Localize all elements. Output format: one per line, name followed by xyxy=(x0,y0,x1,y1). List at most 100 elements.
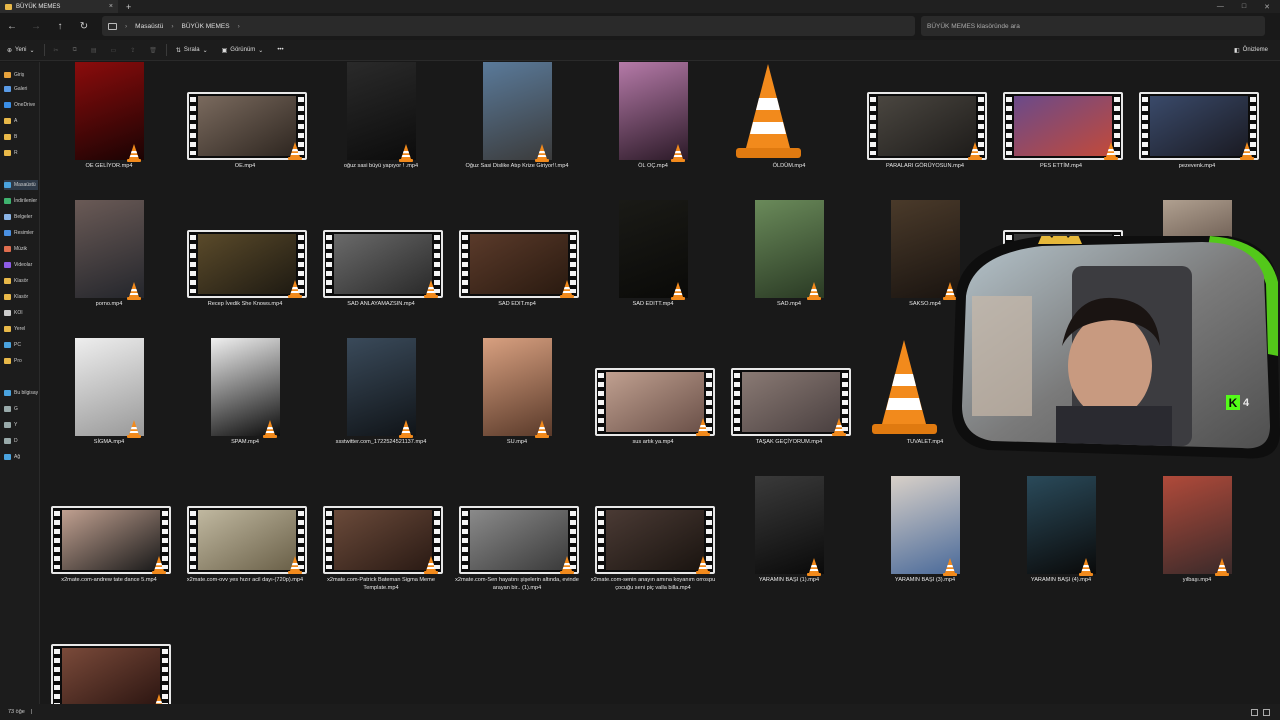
sort-button[interactable]: ⇅ Sırala ⌄ xyxy=(169,47,215,54)
preview-button[interactable]: ◧ Önizleme xyxy=(1234,47,1280,54)
vlc-cone-icon xyxy=(127,144,141,162)
file-item[interactable]: SU.mp4 xyxy=(449,338,585,476)
video-thumbnail xyxy=(51,644,171,704)
file-item[interactable]: ssstwitter.com_1722524521137.mp4 xyxy=(313,338,449,476)
sidebar-item[interactable]: R xyxy=(4,148,38,158)
pc-icon xyxy=(4,342,11,348)
file-name: oğuz sasi büyü yapıyor ! .mp4 xyxy=(343,163,419,169)
refresh-icon[interactable]: ↻ xyxy=(72,21,96,32)
file-item[interactable]: YARAMIN BAŞI (3).mp4 xyxy=(857,476,993,614)
sidebar-item[interactable]: Bu bilgisayar xyxy=(4,388,38,398)
delete-icon[interactable]: 🗑 xyxy=(142,47,164,54)
thumbnail-image xyxy=(878,96,976,156)
file-item[interactable]: yılbaşı.mp4 xyxy=(1129,476,1265,614)
video-thumbnail xyxy=(75,338,144,438)
file-item[interactable]: OE GELİYOR.mp4 xyxy=(41,62,177,200)
minimize-icon[interactable]: — xyxy=(1217,3,1224,11)
forward-arrow-icon[interactable]: → xyxy=(24,21,48,32)
sidebar-item[interactable]: Klasör xyxy=(4,276,38,286)
up-arrow-icon[interactable]: ↑ xyxy=(48,21,72,32)
tiles-view-icon[interactable] xyxy=(1263,708,1270,716)
file-item[interactable]: x2mate.com-andrew tate dance 5.mp4 xyxy=(41,476,177,614)
address-bar: ← → ↑ ↻ › Masaüstü › BÜYÜK MEMES › BÜYÜK… xyxy=(0,13,1280,39)
file-item[interactable]: Oğuz Sasi Dislike Atıp Krize Giriyor!!.m… xyxy=(449,62,585,200)
sidebar-item[interactable]: Videolar xyxy=(4,260,38,270)
sidebar-item[interactable]: Masaüstü xyxy=(4,180,38,190)
file-item[interactable]: SAD EDITT.mp4 xyxy=(585,200,721,338)
sidebar-item[interactable]: Ağ xyxy=(4,452,38,462)
sidebar-item[interactable]: Müzik xyxy=(4,244,38,254)
file-item[interactable]: sus artık ya.mp4 xyxy=(585,338,721,476)
sidebar-item[interactable]: Klasör xyxy=(4,292,38,302)
breadcrumb-desktop[interactable]: Masaüstü xyxy=(135,23,163,30)
sidebar-item[interactable]: B xyxy=(4,132,38,142)
desktop-icon xyxy=(4,182,11,188)
folder-icon xyxy=(5,3,12,10)
breadcrumb[interactable]: › Masaüstü › BÜYÜK MEMES › xyxy=(102,16,915,36)
sidebar-item[interactable]: Pro xyxy=(4,356,38,366)
video-thumbnail xyxy=(619,200,688,300)
maximize-icon[interactable]: □ xyxy=(1242,3,1246,11)
video-thumbnail xyxy=(187,92,307,160)
sidebar-item[interactable]: Resimler xyxy=(4,228,38,238)
sidebar-item[interactable]: Yerel xyxy=(4,324,38,334)
copy-icon[interactable]: ⧉ xyxy=(66,47,84,54)
more-options-button[interactable]: ••• xyxy=(270,47,290,53)
sidebar-item[interactable]: A xyxy=(4,116,38,126)
sidebar-item[interactable]: İndirilenler xyxy=(4,196,38,206)
sidebar-item[interactable]: D xyxy=(4,436,38,446)
sidebar-item-label: Pro xyxy=(14,358,22,364)
status-bar: 73 öğe | xyxy=(0,704,1280,720)
cut-icon[interactable]: ✂ xyxy=(47,47,66,54)
file-item[interactable]: SAD.mp4 xyxy=(721,200,857,338)
video-thumbnail xyxy=(459,506,579,574)
pc-icon xyxy=(4,390,11,396)
tab-buyuk-memes[interactable]: BÜYÜK MEMES × xyxy=(0,0,118,13)
file-item[interactable]: YARAMIN BAŞI (4).mp4 xyxy=(993,476,1129,614)
file-item[interactable]: OE.mp4 xyxy=(177,62,313,200)
file-name: YARAMIN BAŞI (1).mp4 xyxy=(758,577,820,583)
sidebar-item[interactable]: Galeri xyxy=(4,84,38,94)
file-item[interactable]: ÖLDÜM.mp4 xyxy=(721,62,857,200)
paste-icon[interactable]: ▤ xyxy=(84,47,104,54)
back-arrow-icon[interactable]: ← xyxy=(0,21,24,32)
file-item[interactable]: SAD ANLAYAMAZSIN.mp4 xyxy=(313,200,449,338)
plus-circle-icon: ⊕ xyxy=(7,47,13,54)
file-item[interactable]: x2mate.com-senin anayın amına koyanım or… xyxy=(585,476,721,614)
file-item[interactable]: SİGMA.mp4 xyxy=(41,338,177,476)
tab-close-button[interactable]: × xyxy=(109,3,113,10)
file-item[interactable]: PES ETTİM.mp4 xyxy=(993,62,1129,200)
details-view-icon[interactable] xyxy=(1251,708,1258,716)
file-item[interactable]: SAD EDIT.mp4 xyxy=(449,200,585,338)
file-item[interactable]: YARAMIN BAŞI (1).mp4 xyxy=(721,476,857,614)
view-button[interactable]: ▣ Görünüm ⌄ xyxy=(215,47,271,54)
sidebar-item[interactable]: PC xyxy=(4,340,38,350)
close-icon[interactable]: ✕ xyxy=(1264,3,1270,11)
rename-icon[interactable]: ▭ xyxy=(104,47,124,54)
file-item[interactable]: TAŞAK GEÇİYORUM.mp4 xyxy=(721,338,857,476)
file-item[interactable]: PARALARI GÖRÜYOSUN.mp4 xyxy=(857,62,993,200)
share-icon[interactable]: ⇪ xyxy=(123,47,142,54)
file-item[interactable]: porno.mp4 xyxy=(41,200,177,338)
file-item[interactable]: ÖL OÇ.mp4 xyxy=(585,62,721,200)
new-tab-button[interactable]: + xyxy=(126,2,131,12)
new-button[interactable]: ⊕ Yeni ⌄ xyxy=(0,47,42,54)
sidebar-item[interactable]: KOI xyxy=(4,308,38,318)
file-name: PARALARI GÖRÜYOSUN.mp4 xyxy=(886,163,964,169)
file-item[interactable]: pezevenk.mp4 xyxy=(1129,62,1265,200)
sidebar-item[interactable]: OneDrive xyxy=(4,100,38,110)
sidebar-item[interactable]: Belgeler xyxy=(4,212,38,222)
file-item[interactable]: oğuz sasi büyü yapıyor ! .mp4 xyxy=(313,62,449,200)
file-item[interactable]: Recep İvedik She Knows.mp4 xyxy=(177,200,313,338)
file-item[interactable]: yüzsüz .mp4 xyxy=(41,614,177,704)
sidebar-item[interactable]: G xyxy=(4,404,38,414)
file-item[interactable]: x2mate.com-ovv yes hızır acil dayı-(720p… xyxy=(177,476,313,614)
sidebar-item[interactable]: Giriş xyxy=(4,70,38,80)
breadcrumb-folder[interactable]: BÜYÜK MEMES xyxy=(182,23,230,30)
file-name: SAD.mp4 xyxy=(777,301,801,307)
file-item[interactable]: x2mate.com-Sen hayatını şişelerin altınd… xyxy=(449,476,585,614)
search-input[interactable]: BÜYÜK MEMES klasöründe ara xyxy=(921,16,1265,36)
file-item[interactable]: x2mate.com-Patrick Bateman Sigma Meme Te… xyxy=(313,476,449,614)
sidebar-item[interactable]: Y xyxy=(4,420,38,430)
file-item[interactable]: SPAM.mp4 xyxy=(177,338,313,476)
